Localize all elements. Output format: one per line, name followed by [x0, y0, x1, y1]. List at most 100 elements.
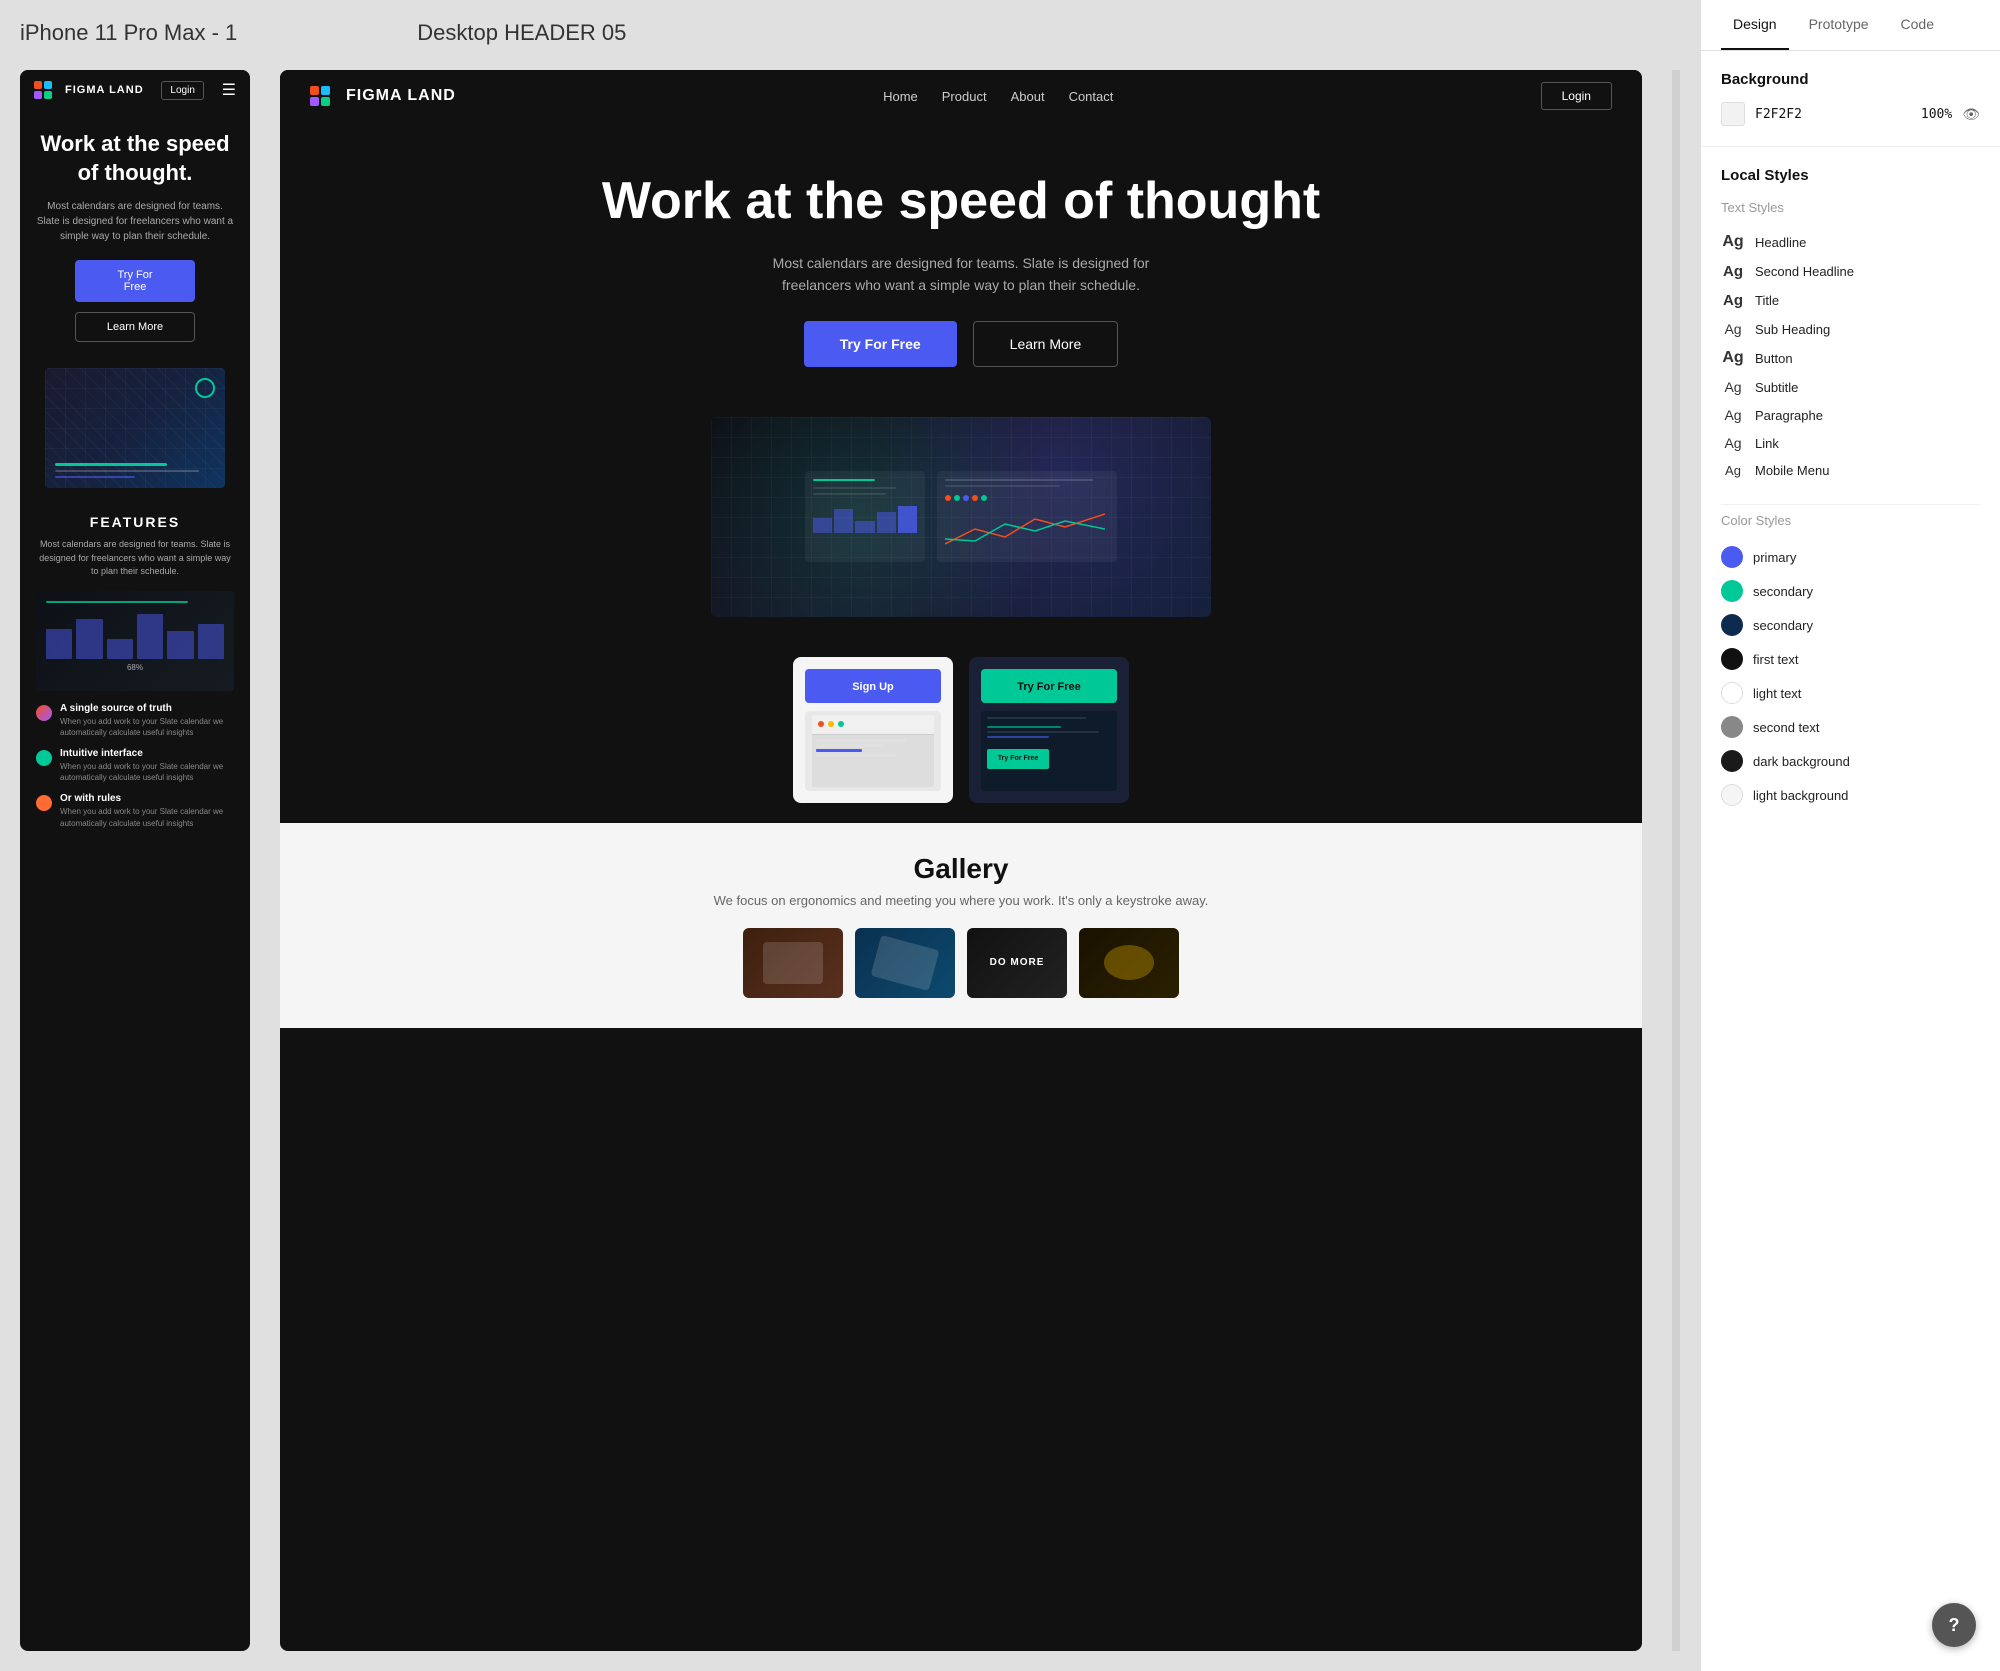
text-style-subtitle[interactable]: Ag Subtitle: [1721, 373, 1980, 401]
feature-1-text: A single source of truth When you add wo…: [60, 703, 234, 738]
local-styles-section: Local Styles Text Styles Ag Headline Ag …: [1701, 147, 2000, 504]
light-background-swatch: [1721, 784, 1743, 806]
desktop-subtitle: Most calendars are designed for teams. S…: [761, 252, 1161, 297]
iphone-nav: FIGMA LAND Login ☰: [20, 70, 250, 110]
background-section: Background F2F2F2 100% 👁: [1701, 51, 2000, 147]
dashboard-card-2: [937, 471, 1117, 562]
light-background-name: light background: [1753, 788, 1848, 803]
design-panel: Design Prototype Code Background F2F2F2 …: [1700, 0, 2000, 1671]
feature-item-2: Intuitive interface When you add work to…: [36, 748, 234, 783]
iphone-hero: Work at the speed of thought. Most calen…: [20, 110, 250, 358]
nav-contact[interactable]: Contact: [1069, 89, 1114, 104]
nav-about[interactable]: About: [1011, 89, 1045, 104]
ag-mobile-menu-icon: Ag: [1721, 463, 1745, 478]
secondary-dark-name: secondary: [1753, 618, 1813, 633]
tab-code[interactable]: Code: [1889, 0, 1946, 50]
product-card-2-body: Try For Free: [981, 711, 1117, 791]
feature-3-desc: When you add work to your Slate calendar…: [60, 806, 234, 828]
desktop-product-section: Sign Up: [280, 637, 1642, 823]
background-color-value: F2F2F2: [1755, 107, 1911, 122]
percentage-label: 68%: [46, 663, 224, 672]
color-first-text[interactable]: first text: [1721, 642, 1980, 676]
background-title: Background: [1721, 71, 1980, 88]
text-style-link[interactable]: Ag Link: [1721, 429, 1980, 457]
desktop-hero: Work at the speed of thought Most calend…: [280, 122, 1642, 397]
desktop-mockup-area: [280, 397, 1642, 637]
color-light-text[interactable]: light text: [1721, 676, 1980, 710]
scrollbar[interactable]: [1672, 70, 1680, 1651]
iphone-features-subtitle: Most calendars are designed for teams. S…: [36, 538, 234, 579]
feature-2-icon: [36, 750, 52, 766]
iphone-logo-text: FIGMA LAND: [65, 84, 144, 96]
product-card-1-header: Sign Up: [805, 669, 941, 703]
chart-decoration: [195, 378, 215, 398]
desktop-learn-more-button[interactable]: Learn More: [973, 321, 1119, 367]
color-second-text[interactable]: second text: [1721, 710, 1980, 744]
product-card-2-header: Try For Free: [981, 669, 1117, 703]
text-style-headline[interactable]: Ag Headline: [1721, 227, 1980, 257]
nav-home[interactable]: Home: [883, 89, 918, 104]
mockup-decoration: [55, 463, 215, 478]
hamburger-icon[interactable]: ☰: [222, 80, 236, 100]
primary-color-name: primary: [1753, 550, 1796, 565]
color-styles-section: Color Styles primary secondary secondary…: [1701, 505, 2000, 832]
background-row: F2F2F2 100% 👁: [1721, 102, 1980, 126]
text-style-button[interactable]: Ag Button: [1721, 343, 1980, 373]
nav-product[interactable]: Product: [942, 89, 987, 104]
desktop-try-free-button[interactable]: Try For Free: [804, 321, 957, 367]
iphone-logo: FIGMA LAND: [34, 81, 144, 99]
iphone-frame: FIGMA LAND Login ☰ Work at the speed of …: [20, 70, 250, 1651]
mockup-content: [711, 417, 1211, 617]
product-screenshot-1: [812, 715, 934, 787]
tab-design[interactable]: Design: [1721, 0, 1789, 50]
button-style-name: Button: [1755, 351, 1793, 366]
desktop-gallery-section: Gallery We focus on ergonomics and meeti…: [280, 823, 1642, 1028]
text-style-mobile-menu[interactable]: Ag Mobile Menu: [1721, 457, 1980, 484]
text-style-title[interactable]: Ag Title: [1721, 286, 1980, 315]
background-color-swatch[interactable]: [1721, 102, 1745, 126]
desktop-nav: FIGMA LAND Home Product About Contact Lo…: [280, 70, 1642, 122]
gallery-title: Gallery: [320, 853, 1602, 885]
try-free-label: Try For Free: [1017, 681, 1081, 693]
iphone-login-button[interactable]: Login: [161, 81, 203, 100]
color-primary[interactable]: primary: [1721, 540, 1980, 574]
gallery-subtitle: We focus on ergonomics and meeting you w…: [320, 893, 1602, 908]
feature-3-text: Or with rules When you add work to your …: [60, 793, 234, 828]
color-secondary-dark[interactable]: secondary: [1721, 608, 1980, 642]
color-light-background[interactable]: light background: [1721, 778, 1980, 812]
desktop-figma-icon: [310, 86, 342, 106]
first-text-name: first text: [1753, 652, 1799, 667]
panel-tabs: Design Prototype Code: [1701, 0, 2000, 51]
subtitle-name: Subtitle: [1755, 380, 1798, 395]
sign-up-label: Sign Up: [852, 681, 894, 693]
iphone-features: FEATURES Most calendars are designed for…: [20, 498, 250, 855]
desktop-logo-text: FIGMA LAND: [346, 87, 456, 105]
secondary-dark-swatch: [1721, 614, 1743, 636]
color-dark-background[interactable]: dark background: [1721, 744, 1980, 778]
help-button[interactable]: ?: [1932, 1603, 1976, 1647]
tab-prototype[interactable]: Prototype: [1797, 0, 1881, 50]
dashboard-card-1: [805, 471, 925, 562]
dark-cta-button: Try For Free: [987, 749, 1049, 769]
product-rows: [812, 735, 934, 761]
desktop-login-button[interactable]: Login: [1541, 82, 1612, 110]
ag-second-headline-icon: Ag: [1721, 263, 1745, 280]
iphone-try-free-button[interactable]: Try For Free: [75, 260, 195, 302]
feature-2-desc: When you add work to your Slate calendar…: [60, 761, 234, 783]
text-style-second-headline[interactable]: Ag Second Headline: [1721, 257, 1980, 286]
gallery-image-1: [743, 928, 843, 998]
color-secondary-green[interactable]: secondary: [1721, 574, 1980, 608]
dark-background-name: dark background: [1753, 754, 1850, 769]
text-style-subheading[interactable]: Ag Sub Heading: [1721, 315, 1980, 343]
visibility-icon[interactable]: 👁: [1962, 106, 1980, 123]
desktop-frame: FIGMA LAND Home Product About Contact Lo…: [280, 70, 1642, 1651]
product-card-1-body: [805, 711, 941, 791]
line-chart-svg: [945, 509, 1105, 549]
gallery-img-inner-1: [763, 942, 823, 984]
iphone-mockup-area: [20, 358, 250, 498]
iphone-frame-label: iPhone 11 Pro Max - 1: [20, 20, 237, 46]
mobile-menu-name: Mobile Menu: [1755, 463, 1829, 478]
iphone-learn-more-button[interactable]: Learn More: [75, 312, 195, 342]
headline-name: Headline: [1755, 235, 1806, 250]
text-style-paragraphe[interactable]: Ag Paragraphe: [1721, 401, 1980, 429]
